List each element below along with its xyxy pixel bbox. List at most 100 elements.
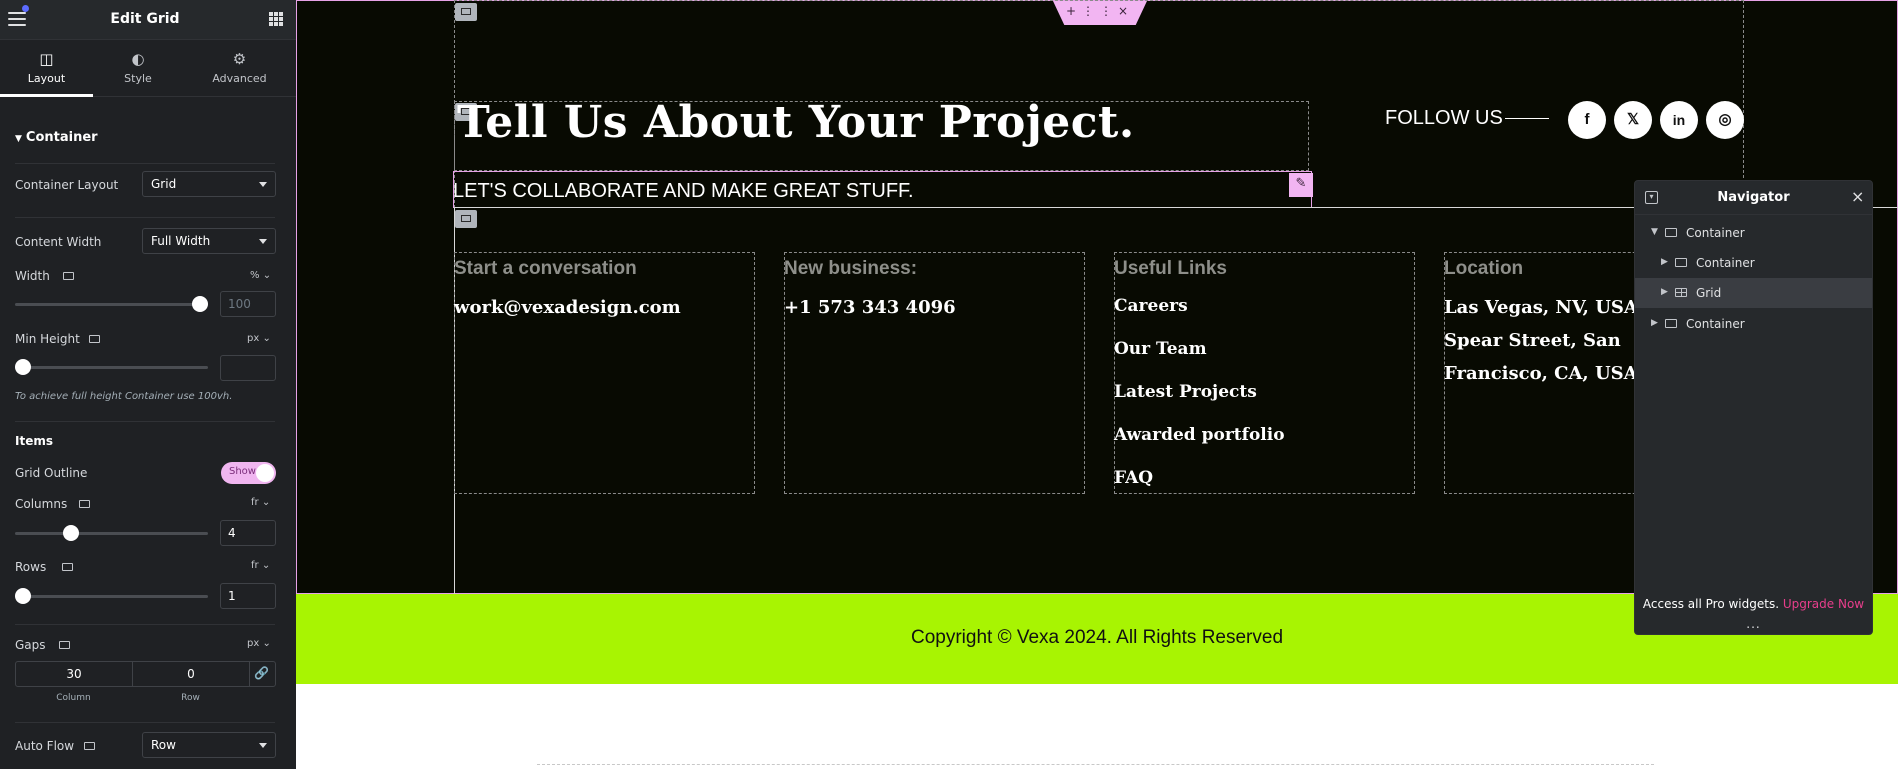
divider	[15, 624, 275, 625]
navigator-item-container[interactable]: ▶ Container	[1635, 309, 1872, 339]
navigator-title: Navigator	[1717, 190, 1790, 205]
unit-value: px	[247, 638, 260, 649]
rows-unit-select[interactable]: fr ⌄	[251, 560, 270, 571]
instagram-icon[interactable]: ◎	[1706, 101, 1744, 139]
location-line: Las Vegas, NV, USA	[1444, 297, 1638, 318]
caret-down-icon: ▼	[15, 134, 22, 144]
linkedin-icon[interactable]: in	[1660, 101, 1698, 139]
width-slider-handle[interactable]	[192, 296, 208, 312]
style-icon: ◐	[131, 50, 145, 68]
navigator-item-grid[interactable]: ▶ Grid	[1635, 278, 1872, 308]
follow-divider-line	[1505, 118, 1549, 119]
link-values-icon[interactable]: 🔗	[254, 666, 269, 680]
gap-column-value: 30	[66, 667, 82, 681]
min-height-slider-handle[interactable]	[15, 359, 31, 375]
grid-cell-outline	[454, 252, 755, 494]
toggle-knob	[256, 464, 274, 482]
min-height-unit-select[interactable]: px ⌄	[247, 333, 271, 344]
width-placeholder: 100	[228, 297, 251, 311]
gaps-unit-select[interactable]: px ⌄	[247, 638, 271, 649]
width-unit-select[interactable]: % ⌄	[250, 270, 271, 281]
rows-slider-handle[interactable]	[15, 588, 31, 604]
footer-link[interactable]: Awarded portfolio	[1114, 425, 1285, 445]
navigator-item-container[interactable]: ▼ Container	[1635, 218, 1872, 248]
panel-title: Edit Grid	[110, 11, 180, 27]
desktop-icon[interactable]	[89, 335, 100, 343]
caret-right-icon[interactable]: ▶	[1661, 287, 1668, 297]
items-heading: Items	[15, 434, 53, 448]
location-line: Spear Street, San	[1444, 330, 1621, 351]
grid-outline-label: Grid Outline	[15, 466, 88, 480]
gap-column-caption: Column	[56, 693, 91, 703]
email-link[interactable]: work@vexadesign.com	[454, 297, 681, 318]
tab-layout[interactable]: ◫ Layout	[0, 40, 93, 97]
content-width-select[interactable]: Full Width	[142, 228, 276, 254]
desktop-icon[interactable]	[59, 641, 70, 649]
x-twitter-icon[interactable]: 𝕏	[1614, 101, 1652, 139]
desktop-icon[interactable]	[63, 272, 74, 280]
section-title: Container	[25, 130, 98, 145]
desktop-icon[interactable]	[79, 500, 90, 508]
width-input[interactable]: 100	[220, 291, 276, 317]
close-icon[interactable]: ×	[1851, 187, 1864, 206]
columns-value: 4	[228, 526, 236, 540]
footer-link[interactable]: FAQ	[1114, 468, 1153, 488]
facebook-icon[interactable]: f	[1568, 101, 1606, 139]
divider	[15, 163, 275, 164]
tab-advanced[interactable]: ⚙ Advanced	[183, 40, 296, 97]
columns-slider[interactable]	[15, 532, 208, 535]
columns-slider-handle[interactable]	[62, 525, 79, 541]
navigator-item-label: Container	[1686, 317, 1745, 331]
column-heading: New business:	[784, 258, 918, 279]
layout-icon: ◫	[39, 50, 54, 68]
gap-column-input[interactable]: 30	[16, 662, 133, 686]
notification-dot	[22, 5, 29, 12]
min-height-hint: To achieve full height Container use 100…	[15, 391, 233, 402]
unit-value: px	[247, 333, 260, 344]
navigator-header[interactable]: ▾ Navigator ×	[1635, 181, 1872, 215]
navigator-item-container[interactable]: ▶ Container	[1635, 248, 1872, 278]
toggle-text: Show	[229, 466, 256, 477]
contact-headline[interactable]: Tell Us About Your Project.	[457, 97, 1135, 148]
resize-handle[interactable]: ...	[1635, 617, 1872, 631]
widgets-grid-icon[interactable]	[269, 12, 283, 26]
select-value: Full Width	[151, 234, 211, 248]
rows-slider[interactable]	[15, 595, 208, 598]
menu-icon[interactable]	[8, 12, 26, 28]
desktop-icon[interactable]	[62, 563, 73, 571]
rows-input[interactable]: 1	[220, 583, 276, 609]
section-toggle-container[interactable]: ▼ Container	[15, 130, 98, 145]
container-layout-select[interactable]: Grid	[142, 171, 276, 197]
grid-icon[interactable]	[455, 210, 477, 228]
container-icon[interactable]	[455, 3, 477, 21]
footer-link[interactable]: Latest Projects	[1114, 382, 1257, 402]
tab-label: Layout	[27, 72, 66, 85]
columns-input[interactable]: 4	[220, 520, 276, 546]
gaps-inputs: 30 0 🔗	[15, 661, 276, 687]
columns-unit-select[interactable]: fr ⌄	[251, 497, 270, 508]
edit-pencil-icon[interactable]: ✎	[1289, 173, 1313, 197]
grid-outline-toggle[interactable]: Show	[221, 462, 276, 484]
select-value: Grid	[151, 177, 177, 191]
footer-link[interactable]: Careers	[1114, 296, 1188, 316]
divider	[15, 421, 275, 422]
unit-value: fr	[251, 560, 259, 571]
gap-row-input[interactable]: 0	[133, 662, 250, 686]
caret-down-icon[interactable]: ▼	[1651, 227, 1658, 237]
select-value: Row	[151, 738, 176, 752]
caret-right-icon[interactable]: ▶	[1651, 318, 1658, 328]
phone-link[interactable]: +1 573 343 4096	[784, 297, 956, 318]
tab-style[interactable]: ◐ Style	[93, 40, 183, 97]
caret-right-icon[interactable]: ▶	[1661, 257, 1668, 267]
min-height-slider[interactable]	[15, 366, 208, 369]
width-slider[interactable]	[15, 303, 208, 306]
contact-subheadline[interactable]: LET'S COLLABORATE AND MAKE GREAT STUFF.	[453, 180, 914, 203]
min-height-input[interactable]	[220, 355, 276, 381]
auto-flow-select[interactable]: Row	[142, 732, 276, 758]
footer-link[interactable]: Our Team	[1114, 339, 1207, 359]
desktop-icon[interactable]	[84, 742, 95, 750]
grid-icon	[1675, 288, 1687, 297]
panel-header: Edit Grid	[0, 0, 296, 40]
container-icon	[1665, 319, 1677, 328]
upgrade-link[interactable]: Upgrade Now	[1783, 597, 1864, 611]
